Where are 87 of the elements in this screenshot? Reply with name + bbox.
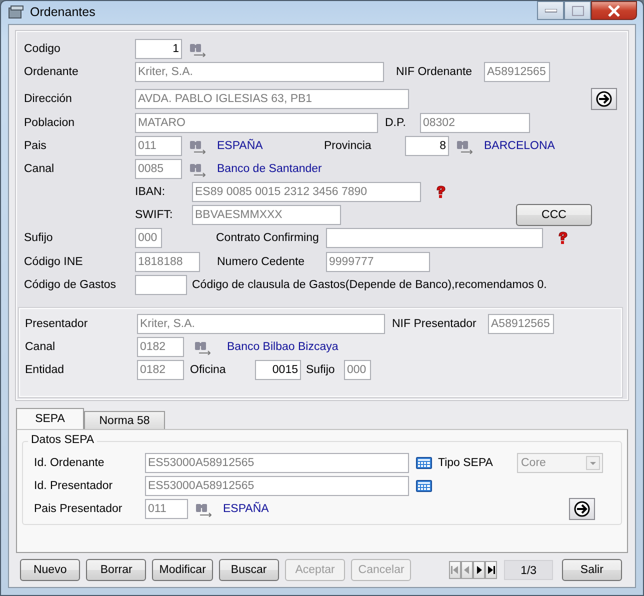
first-record-button[interactable] <box>449 561 462 579</box>
dp-field[interactable]: 08302 <box>420 112 530 133</box>
minimize-button[interactable] <box>537 1 564 20</box>
close-icon <box>607 4 621 16</box>
calculator-icon[interactable] <box>416 456 432 469</box>
oficina-field[interactable]: 0015 <box>255 360 301 380</box>
field-label: Numero Cedente <box>217 256 306 268</box>
field-label: Contrato Confirming <box>216 232 320 244</box>
field-label: NIF Presentador <box>392 318 478 330</box>
swift-field[interactable]: BBVAESMMXXX <box>192 205 341 226</box>
cedente-field[interactable]: 9999777 <box>326 252 430 272</box>
iban-field[interactable]: ES89 0085 0015 2312 3456 7890 <box>192 182 421 202</box>
gastos-field[interactable] <box>135 274 187 295</box>
field-label: IBAN: <box>135 186 166 198</box>
action-button[interactable]: Buscar <box>218 559 279 581</box>
field-label: Pais Presentador <box>34 502 124 515</box>
poblacion-field[interactable]: MATARO <box>135 112 378 133</box>
field-label: Codigo <box>24 42 62 55</box>
field-label: Provincia <box>324 140 372 152</box>
close-button[interactable] <box>591 1 637 20</box>
pais-presentador-field[interactable]: 011 <box>145 498 188 519</box>
field-label: Poblacion <box>24 116 76 129</box>
field-label: Canal <box>24 162 56 175</box>
tab[interactable]: SEPA <box>16 408 84 429</box>
action-button[interactable]: Borrar <box>86 559 146 581</box>
country-name: ESPAÑA <box>223 502 270 515</box>
gastos-note: Código de clausula de Gastos(Depende de Banco),recomendamos 0. <box>192 278 547 291</box>
direccion-field[interactable]: AVDA. PABLO IGLESIAS 63, PB1 <box>135 89 409 110</box>
field-label: Id. Presentador <box>34 480 114 492</box>
next-record-button[interactable] <box>473 561 486 579</box>
field-label: Entidad <box>25 364 66 376</box>
field-label: Ordenante <box>24 66 80 78</box>
field-label: Sufijo <box>24 232 54 244</box>
provincia-field[interactable]: 8 <box>405 136 449 156</box>
sufijo-field[interactable]: 000 <box>135 228 162 248</box>
field-label: Sufijo <box>306 364 336 376</box>
field-label: D.P. <box>385 116 407 129</box>
tab[interactable]: Norma 58 <box>84 411 165 429</box>
nif-field[interactable]: A58912565 <box>488 314 554 334</box>
action-button[interactable]: Modificar <box>152 559 213 581</box>
minimize-icon <box>544 8 556 12</box>
field-label: Presentador <box>25 318 89 330</box>
arrow-right-icon <box>596 91 612 108</box>
sufijo-field[interactable]: 000 <box>344 360 371 380</box>
exit-button[interactable]: Salir <box>562 559 622 581</box>
field-label: SWIFT: <box>135 209 174 222</box>
entidad-field[interactable]: 0182 <box>137 360 184 380</box>
country-name: ESPAÑA <box>217 140 264 152</box>
calculator-icon[interactable] <box>416 480 432 492</box>
canal-field[interactable]: 0085 <box>135 158 182 179</box>
pais-field[interactable]: 011 <box>135 136 182 156</box>
ccc-button[interactable]: CCC <box>516 204 592 226</box>
nif-field[interactable]: A58912565 <box>484 62 550 82</box>
window-title: Ordenantes <box>30 4 96 19</box>
id-presentador-field[interactable]: ES53000A58912565 <box>145 476 409 496</box>
group-title: Datos SEPA <box>28 434 98 446</box>
contrato-field[interactable] <box>326 228 543 248</box>
last-record-button[interactable] <box>485 561 498 579</box>
field-label: Pais <box>24 140 48 152</box>
id-ordenante-field[interactable]: ES53000A58912565 <box>145 452 409 473</box>
bank-name: Banco Bilbao Bizcaya <box>227 341 338 354</box>
maximize-icon <box>572 6 584 16</box>
field-label: Canal <box>25 341 56 354</box>
record-counter: 1/3 <box>504 560 553 580</box>
field-label: Dirección <box>24 93 73 106</box>
canal-field[interactable]: 0182 <box>137 337 184 358</box>
next-button[interactable] <box>591 88 617 110</box>
first-icon <box>451 565 460 575</box>
maximize-button[interactable] <box>564 1 591 20</box>
arrow-right-icon <box>574 500 590 517</box>
province-name: BARCELONA <box>484 140 555 152</box>
binoculars-icon[interactable] <box>193 339 213 356</box>
presentador-field[interactable]: Kriter, S.A. <box>137 314 385 334</box>
field-label: Tipo SEPA <box>438 456 494 469</box>
next-button[interactable] <box>569 498 595 520</box>
bank-name: Banco de Santander <box>217 162 322 175</box>
field-label: NIF Ordenante <box>396 66 474 78</box>
field-label: Código INE <box>24 256 84 268</box>
codigo-field[interactable]: 1 <box>135 38 182 59</box>
field-label: Id. Ordenante <box>34 456 106 469</box>
last-icon <box>487 565 496 575</box>
action-button[interactable]: Nuevo <box>20 559 80 581</box>
ine-field[interactable]: 1818188 <box>135 252 200 272</box>
field-label: Oficina <box>190 364 227 376</box>
window-icon <box>8 4 24 19</box>
ordenante-field[interactable]: Kriter, S.A. <box>135 62 384 82</box>
field-label: Código de Gastos <box>24 278 118 291</box>
